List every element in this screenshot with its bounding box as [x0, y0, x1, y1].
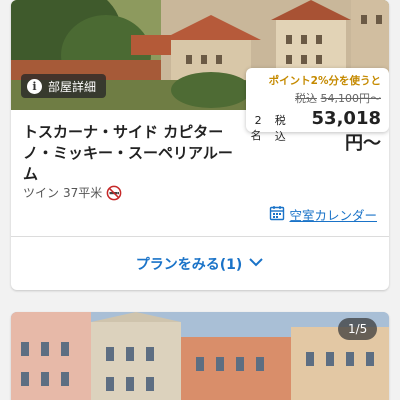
availability-calendar-link[interactable]: 空室カレンダー: [269, 205, 377, 224]
room-detail-label: 部屋詳細: [48, 79, 97, 94]
view-plans-button[interactable]: プランをみる(1): [11, 237, 389, 290]
price-box: ポイント2%分を使うと 税込 54,100円〜 2名 税込 53,018円〜: [246, 68, 389, 154]
tax-label: 税込: [274, 114, 286, 143]
chevron-down-icon: [248, 256, 264, 272]
no-smoking-icon: [106, 185, 122, 201]
points-promo: ポイント2%分を使うと: [268, 75, 381, 87]
photo-counter: 1/5: [338, 318, 378, 340]
next-room-photo-image: [11, 312, 389, 400]
room-detail-badge[interactable]: i 部屋詳細: [21, 74, 107, 98]
original-price: 税込 54,100円〜: [246, 90, 381, 106]
guest-count: 2名: [250, 114, 262, 142]
final-price: 53,018円〜: [311, 108, 381, 154]
original-price-value: 54,100円〜: [320, 92, 382, 105]
info-icon: i: [27, 78, 42, 94]
room-size: 37平米: [63, 186, 103, 200]
next-room-photo[interactable]: 1/5: [11, 312, 389, 400]
room-card: i 部屋詳細 ポイント2%分を使うと 税込 54,100円〜 2名 税込 53,…: [11, 0, 389, 290]
calendar-link-label: 空室カレンダー: [289, 208, 377, 223]
final-price-row: 2名 税込 53,018円〜: [246, 108, 381, 155]
room-meta: ツイン 37平米: [23, 184, 122, 201]
next-room-card: 1/5: [11, 312, 389, 400]
room-name[interactable]: トスカーナ・サイド カピターノ・ミッキー・スーペリアルーム: [23, 122, 233, 185]
calendar-icon: [269, 205, 285, 224]
original-price-prefix: 税込: [295, 92, 317, 105]
view-plans-label: プランをみる(1): [135, 256, 243, 273]
room-type: ツイン: [23, 186, 60, 200]
